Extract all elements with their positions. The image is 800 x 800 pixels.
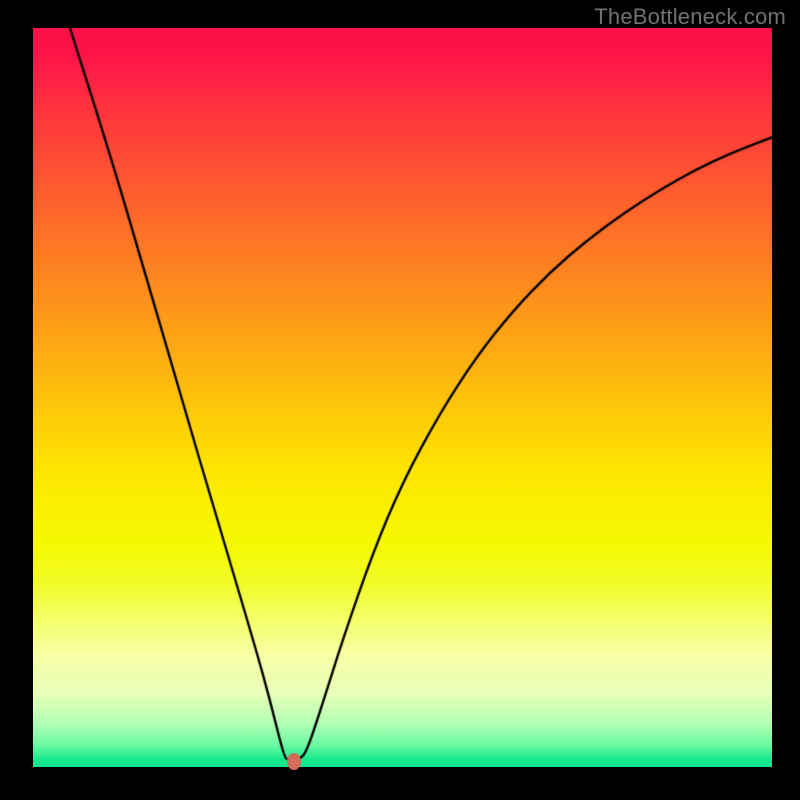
minimum-marker bbox=[287, 753, 301, 770]
chart-frame: TheBottleneck.com bbox=[0, 0, 800, 800]
watermark-text: TheBottleneck.com bbox=[594, 4, 786, 30]
curve-canvas bbox=[33, 28, 772, 767]
